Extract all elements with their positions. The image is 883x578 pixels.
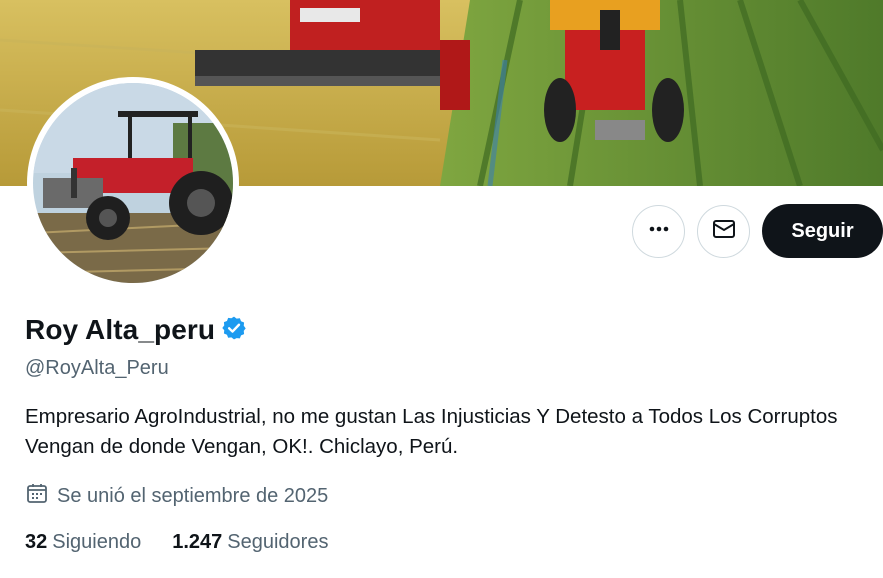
following-count: 32 (25, 531, 48, 553)
avatar-image (33, 83, 233, 283)
more-button[interactable] (632, 204, 685, 258)
follow-button[interactable]: Seguir (762, 204, 883, 258)
avatar[interactable] (27, 77, 239, 289)
follow-stats: 32 Siguiendo 1.247 Seguidores (25, 531, 328, 554)
bio: Empresario AgroIndustrial, no me gustan … (25, 405, 838, 458)
profile-actions: Seguir (632, 204, 883, 258)
followers-count: 1.247 (172, 531, 223, 553)
handle: @RoyAlta_Peru (25, 357, 169, 379)
more-horizontal-icon (648, 218, 670, 245)
followers-label: Seguidores (227, 531, 329, 553)
joined-date: Se unió el septiembre de 2025 (25, 481, 328, 511)
following-label: Siguiendo (52, 531, 142, 553)
verified-badge-icon[interactable] (221, 315, 247, 346)
name-row: Roy Alta_peru (25, 314, 247, 346)
followers-link[interactable]: 1.247 Seguidores (172, 531, 328, 554)
message-button[interactable] (697, 204, 750, 258)
calendar-icon (25, 481, 49, 511)
envelope-icon (712, 217, 736, 246)
following-link[interactable]: 32 Siguiendo (25, 531, 141, 554)
joined-text: Se unió el septiembre de 2025 (57, 484, 329, 507)
display-name: Roy Alta_peru (25, 314, 216, 345)
